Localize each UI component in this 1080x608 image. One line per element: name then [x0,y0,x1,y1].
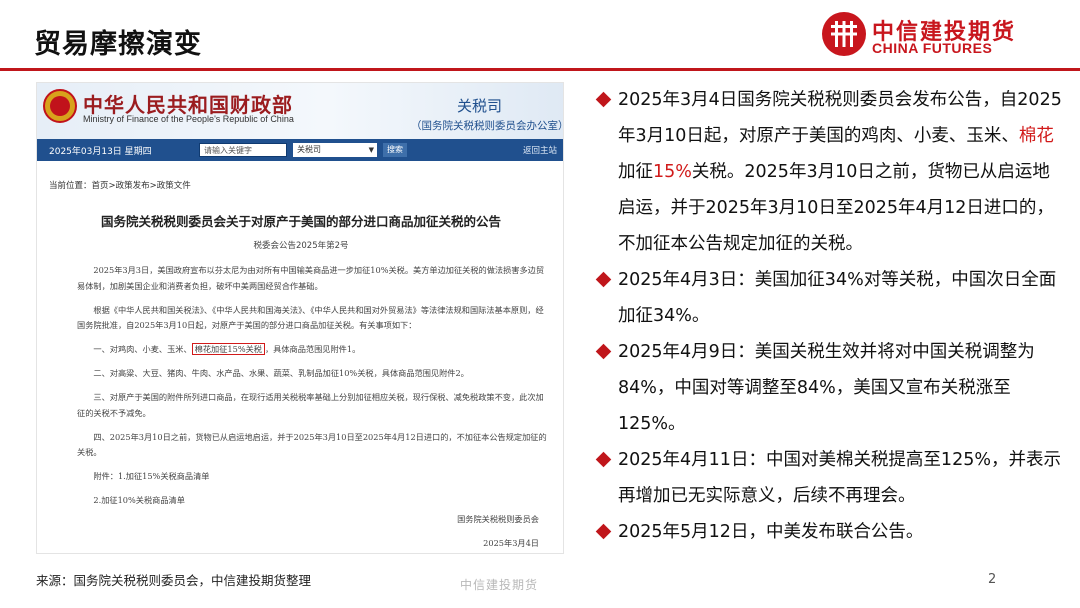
document-paragraph: 根据《中华人民共和国关税法》、《中华人民共和国海关法》、《中华人民共和国对外贸易… [77,304,544,331]
diamond-bullet-icon [595,271,612,288]
bullet-item: 2025年4月9日：美国关税生效并将对中国关税调整为84%，中国对等调整至84%… [595,334,1066,442]
source-note: 来源：国务院关税税则委员会，中信建投期货整理 [36,573,312,588]
announcement-screenshot: 中华人民共和国财政部 Ministry of Finance of the Pe… [36,82,564,554]
company-logo-icon [822,12,866,56]
national-emblem-icon [43,89,77,123]
diamond-bullet-icon [595,343,612,360]
document-paragraph: 2025年3月3日，美国政府宣布以芬太尼为由对所有中国输美商品进一步加征10%关… [77,265,545,291]
slide-title: 贸易摩擦演变 [34,29,202,60]
site-nav-bar: 2025年03月13日 星期四 请输入关键字 关税司 ▼ 搜索 返回主站 [37,139,563,161]
document-item-3: 三、对原产于美国的附件所列进口商品，在现行适用关税税率基础上分别加征相应关税，现… [77,392,544,418]
breadcrumb: 当前位置：首页>政策发布>政策文件 [49,181,191,191]
company-logo-en: CHINA FUTURES [872,40,993,56]
bullet-item: 2025年4月11日：中国对美棉关税提高至125%，并表示再增加已无实际意义，后… [595,442,1066,514]
document-item-2: 二、对高粱、大豆、猪肉、牛肉、水产品、水果、蔬菜、乳制品加征10%关税，具体商品… [93,368,469,378]
bullet-item: 2025年3月4日国务院关税税则委员会发布公告，自2025年3月10日起，对原产… [595,82,1066,262]
highlighted-cotton-tariff: 棉花加征15%关税 [191,343,265,355]
search-input[interactable]: 请输入关键字 [199,143,287,157]
bullet-item: 2025年4月3日：美国加征34%对等关税，中国次日全面加征34%。 [595,262,1066,334]
department-subtitle: （国务院关税税则委员会办公室） [411,120,564,132]
highlight-rate: 15% [653,162,692,182]
document-body: 2025年3月3日，美国政府宣布以芬太尼为由对所有中国输美商品进一步加征10%关… [77,263,547,517]
header-divider [0,68,1080,71]
search-button[interactable]: 搜索 [383,143,407,157]
page-number: 2 [988,572,997,587]
document-signatory: 国务院关税税则委员会 [457,514,539,524]
document-number: 税委会公告2025年第2号 [253,241,349,251]
company-logo: 中信建投期货 CHINA FUTURES [822,12,1072,64]
document-item-4: 四、2025年3月10日之前，货物已从启运地启运，并于2025年3月10日至20… [77,431,547,458]
return-home-link[interactable]: 返回主站 [523,144,557,156]
diamond-bullet-icon [595,523,612,540]
diamond-bullet-icon [595,91,612,108]
highlight-cotton: 棉花 [1018,126,1054,146]
ministry-banner: 中华人民共和国财政部 Ministry of Finance of the Pe… [37,83,564,139]
document-item-1: 一、对鸡肉、小麦、玉米、 棉花加征15%关税 ，具体商品范围见附件1。 [77,342,547,358]
department-name: 关税司 [457,97,503,115]
document-title: 国务院关税税则委员会关于对原产于美国的部分进口商品加征关税的公告 [100,214,501,229]
item-1-suffix: ，具体商品范围见附件1。 [264,344,361,354]
chevron-down-icon: ▼ [368,146,374,154]
document-date: 2025年3月4日 [483,538,539,548]
timeline-bullets: 2025年3月4日国务院关税税则委员会发布公告，自2025年3月10日起，对原产… [595,82,1066,550]
nav-date: 2025年03月13日 星期四 [49,147,152,157]
bullet-item: 2025年5月12日，中美发布联合公告。 [595,514,1066,550]
attachment-1: 附件：1.加征15%关税商品清单 [93,471,210,481]
item-1-prefix: 一、对鸡肉、小麦、玉米、 [93,344,192,354]
diamond-bullet-icon [595,451,612,468]
watermark: 中信建投期货 [460,578,539,592]
ministry-name-en: Ministry of Finance of the People's Repu… [83,114,294,124]
attachment-2: 2.加征10%关税商品清单 [93,495,185,505]
department-select-value: 关税司 [297,145,321,154]
department-select[interactable]: 关税司 ▼ [293,143,377,157]
